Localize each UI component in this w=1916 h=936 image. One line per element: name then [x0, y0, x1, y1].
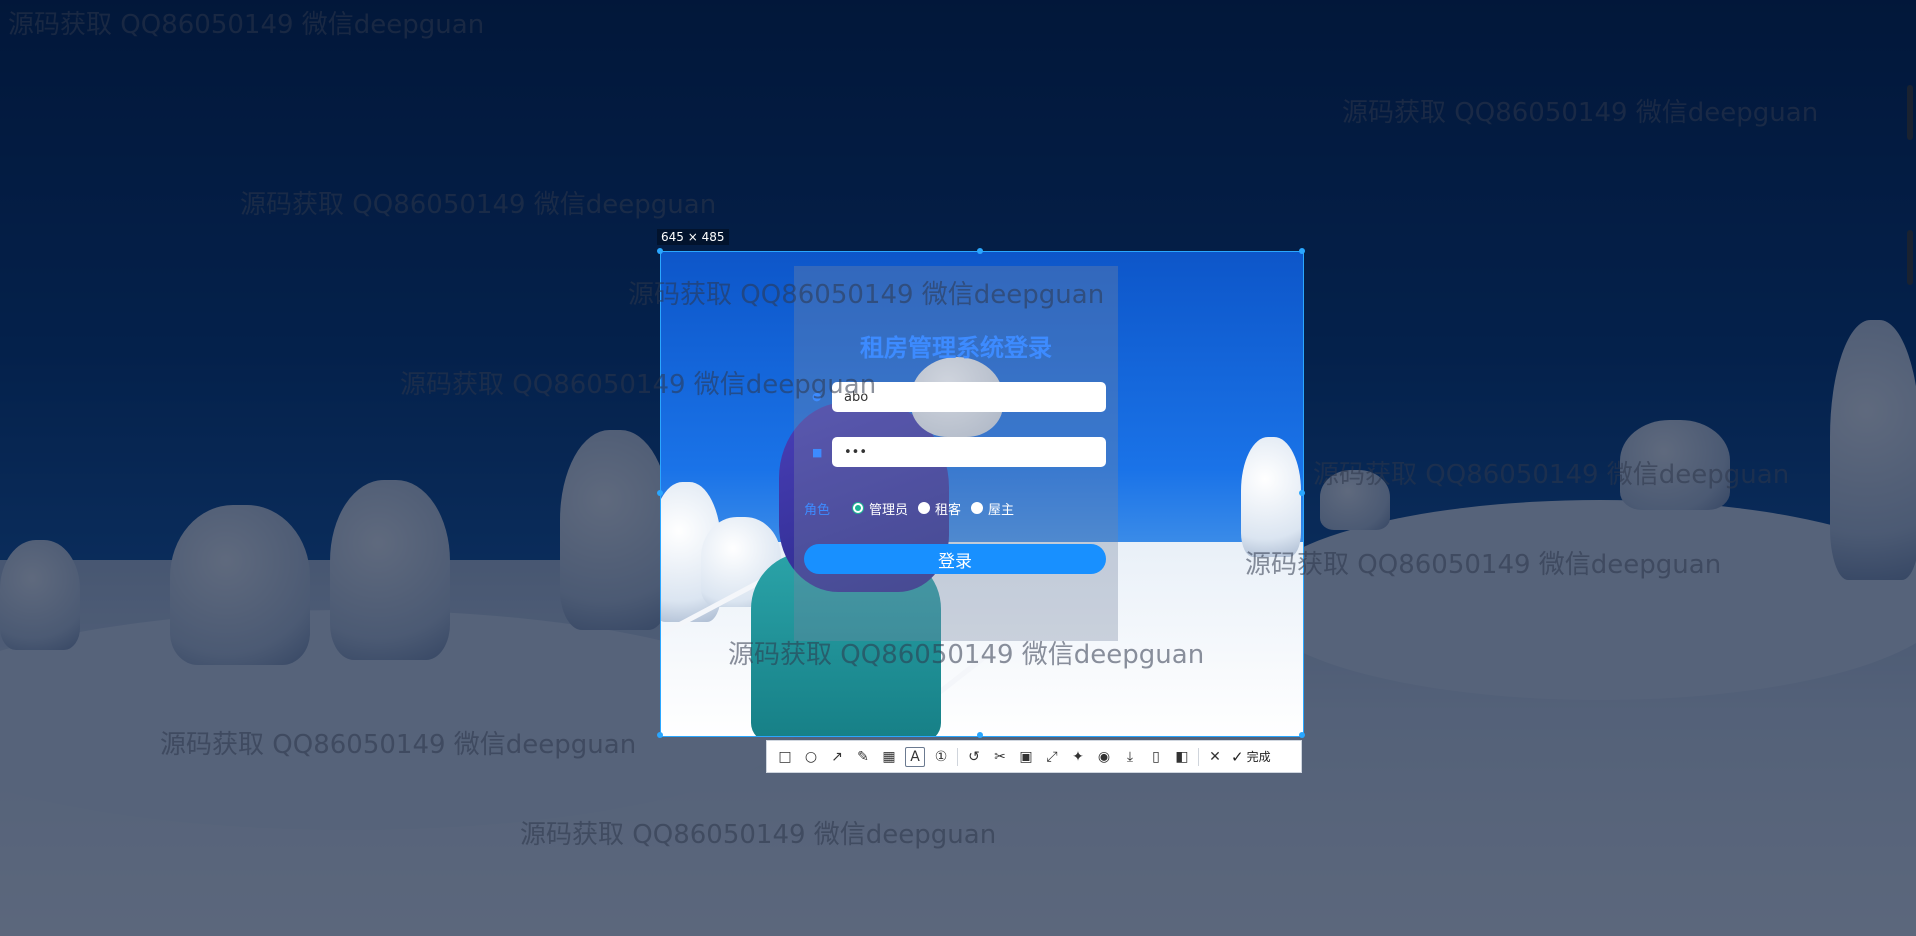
- password-input[interactable]: [832, 437, 1106, 467]
- resize-handle[interactable]: [977, 248, 983, 254]
- watermark-text: 源码获取 QQ86050149 微信deepguan: [520, 820, 997, 850]
- login-form: 租房管理系统登录 ● ■ 角色 管理员 租客 屋主 登录: [794, 266, 1118, 641]
- watermark-text: 源码获取 QQ86050149 微信deepguan: [160, 730, 637, 760]
- resize-handle[interactable]: [1299, 490, 1305, 496]
- radio-icon[interactable]: [918, 502, 931, 514]
- watermark-text: 源码获取 QQ86050149 微信deepguan: [1342, 98, 1819, 128]
- role-option-tenant[interactable]: 租客: [918, 499, 961, 518]
- undo-icon[interactable]: ↺: [964, 747, 984, 767]
- role-option-admin[interactable]: 管理员: [852, 499, 908, 518]
- toolbar-divider: [957, 747, 958, 766]
- role-label: 角色: [804, 502, 831, 518]
- snow-tree: [1241, 437, 1301, 557]
- login-button[interactable]: 登录: [804, 544, 1106, 574]
- ellipse-icon[interactable]: ○: [801, 747, 821, 767]
- watermark-text: 源码获取 QQ86050149 微信deepguan: [728, 640, 1205, 670]
- scrollbar-thumb[interactable]: [1907, 85, 1913, 140]
- resize-handle[interactable]: [1299, 248, 1305, 254]
- watermark-text: 源码获取 QQ86050149 微信deepguan: [400, 370, 877, 400]
- rectangle-icon[interactable]: □: [775, 747, 795, 767]
- done-label: 完成: [1246, 750, 1271, 764]
- watermark-text: 源码获取 QQ86050149 微信deepguan: [8, 10, 485, 40]
- scroll-capture-icon[interactable]: ⤢: [1042, 747, 1062, 767]
- login-title: 租房管理系统登录: [860, 334, 1052, 362]
- pin-icon[interactable]: ✦: [1068, 747, 1088, 767]
- watermark-text: 源码获取 QQ86050149 微信deepguan: [628, 280, 1105, 310]
- watermark-text: 源码获取 QQ86050149 微信deepguan: [240, 190, 717, 220]
- role-option-label: 管理员: [869, 502, 909, 518]
- role-option-label: 租客: [935, 502, 962, 518]
- mosaic-icon[interactable]: ▦: [879, 747, 899, 767]
- number-marker-icon[interactable]: ①: [931, 747, 951, 767]
- text-icon[interactable]: A: [905, 746, 925, 767]
- bookmark-icon[interactable]: ◧: [1172, 747, 1192, 767]
- resize-handle[interactable]: [657, 490, 663, 496]
- role-selector: 角色 管理员 租客 屋主: [804, 498, 1024, 518]
- watermark-text: 源码获取 QQ86050149 微信deepguan: [1313, 460, 1790, 490]
- screenshot-toolbar: □ ○ ↗ ✎ ▦ A ① ↺ ✂ ▣ ⤢ ✦ ◉ ⤓ ▯ ◧ ✕ ✓ 完成: [766, 740, 1302, 773]
- lock-icon: ■: [812, 446, 823, 459]
- done-button[interactable]: ✓ 完成: [1231, 748, 1271, 766]
- pencil-icon[interactable]: ✎: [853, 747, 873, 767]
- scrollbar-thumb[interactable]: [1907, 230, 1913, 285]
- role-option-label: 屋主: [988, 502, 1015, 518]
- close-icon[interactable]: ✕: [1205, 747, 1225, 767]
- watermark-text: 源码获取 QQ86050149 微信deepguan: [1245, 550, 1722, 580]
- resize-handle[interactable]: [657, 732, 663, 738]
- scissors-icon[interactable]: ✂: [990, 747, 1010, 767]
- save-icon[interactable]: ▯: [1146, 747, 1166, 767]
- radio-icon[interactable]: [971, 502, 984, 514]
- resize-handle[interactable]: [657, 248, 663, 254]
- selection-size-label: 645 × 485: [657, 229, 729, 245]
- record-icon[interactable]: ◉: [1094, 747, 1114, 767]
- arrow-icon[interactable]: ↗: [827, 747, 847, 767]
- radio-checked-icon[interactable]: [852, 502, 865, 514]
- role-option-landlord[interactable]: 屋主: [971, 499, 1014, 518]
- download-icon[interactable]: ⤓: [1120, 747, 1140, 767]
- toolbar-divider: [1198, 747, 1199, 766]
- resize-handle[interactable]: [1299, 732, 1305, 738]
- check-icon: ✓: [1231, 747, 1244, 766]
- ocr-icon[interactable]: ▣: [1016, 747, 1036, 767]
- resize-handle[interactable]: [977, 732, 983, 738]
